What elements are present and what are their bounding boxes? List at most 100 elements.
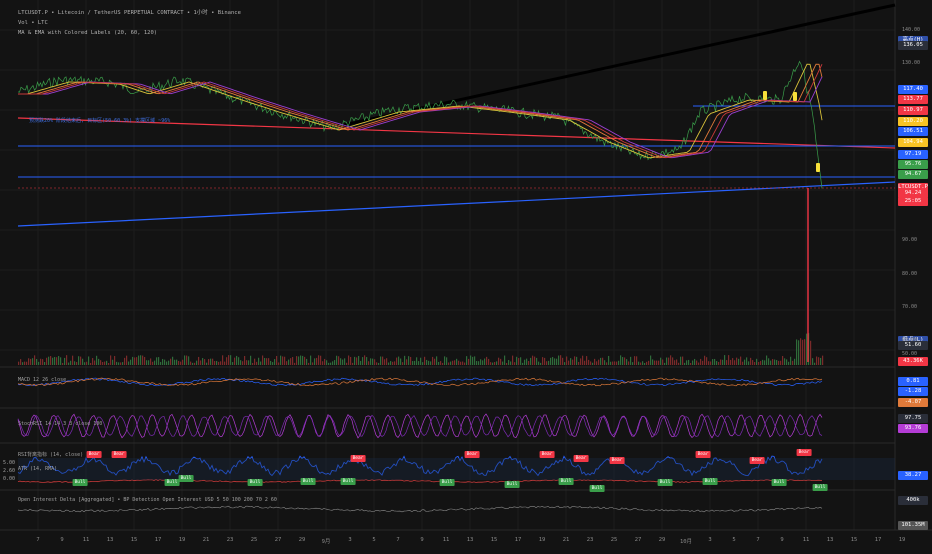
- price-tag: 25:05: [898, 197, 928, 206]
- volume-bar: [288, 359, 290, 365]
- volume-bar: [116, 361, 118, 365]
- volume-bar: [410, 356, 412, 365]
- volume-bar: [414, 360, 416, 365]
- time-tick: 25: [250, 537, 258, 543]
- volume-bar: [134, 357, 136, 365]
- volume-bar: [506, 362, 508, 365]
- volume-bar: [232, 362, 234, 365]
- volume-bar: [446, 357, 448, 365]
- volume-bar: [100, 360, 102, 365]
- volume-bar: [502, 361, 504, 365]
- volume-bar: [238, 357, 240, 365]
- volume-bar: [336, 355, 338, 365]
- volume-bar: [754, 362, 756, 365]
- volume-bar: [56, 357, 58, 365]
- volume-bar: [806, 333, 808, 365]
- volume-bar: [614, 361, 616, 365]
- volume-bar: [546, 361, 548, 365]
- bear-signal-label: Bear: [573, 455, 589, 462]
- volume-bar: [322, 361, 324, 365]
- volume-bar: [64, 357, 66, 365]
- volume-bar: [204, 359, 206, 365]
- volume-bar: [586, 356, 588, 365]
- volume-bar: [378, 362, 380, 365]
- volume-bar: [406, 359, 408, 365]
- volume-bar: [714, 358, 716, 365]
- volume-bar: [680, 356, 682, 365]
- volume-bar: [294, 362, 296, 365]
- price-tag: 43.36K: [898, 357, 928, 366]
- volume-bar: [150, 358, 152, 365]
- volume-bar: [484, 358, 486, 365]
- volume-bar: [28, 358, 30, 365]
- volume-bar: [24, 361, 26, 365]
- volume-bar: [416, 357, 418, 365]
- volume-bar: [790, 356, 792, 365]
- volume-bar: [568, 360, 570, 365]
- volume-bar: [224, 361, 226, 365]
- volume-bar: [550, 357, 552, 365]
- volume-bar: [36, 358, 38, 365]
- bear-signal-label: Bear: [749, 457, 765, 464]
- volume-bar: [38, 361, 40, 365]
- bull-signal-label: Bull: [771, 479, 787, 486]
- oi-label[interactable]: Open Interest Delta [Aggregated] • BP De…: [18, 497, 277, 503]
- volume-bar: [716, 361, 718, 365]
- volume-bar: [690, 362, 692, 365]
- marker-icon: [793, 92, 797, 101]
- bull-signal-label: Bull: [72, 479, 88, 486]
- volume-bar: [776, 360, 778, 365]
- time-tick: 17: [874, 537, 882, 543]
- bear-signal-label: Bear: [111, 451, 127, 458]
- macd-label[interactable]: MACD 12 26 close: [18, 377, 66, 383]
- volume-bar: [184, 355, 186, 365]
- volume-bar: [20, 359, 22, 365]
- marker-icon: [763, 91, 767, 100]
- volume-bar: [696, 360, 698, 365]
- volume-bar: [724, 355, 726, 365]
- volume-bar: [676, 359, 678, 365]
- volume-bar: [704, 355, 706, 365]
- stoch-label[interactable]: StochRSI 14 14 3 3 close 100: [18, 421, 102, 427]
- time-tick: 9: [420, 537, 424, 543]
- volume-bar: [556, 358, 558, 365]
- volume-bar: [272, 362, 274, 365]
- volume-bar: [736, 357, 738, 365]
- time-tick: 29: [658, 537, 666, 543]
- volume-bar: [762, 359, 764, 365]
- volume-bar: [128, 361, 130, 365]
- volume-bar: [242, 361, 244, 365]
- volume-bar: [482, 360, 484, 365]
- volume-bar: [194, 362, 196, 365]
- symbol-legend[interactable]: LTCUSDT.P • Litecoin / TetherUS PERPETUA…: [18, 10, 241, 17]
- trend-line-blue[interactable]: [17, 181, 896, 227]
- volume-bar: [104, 361, 106, 365]
- ema-red-line: [18, 64, 823, 159]
- volume-bar: [324, 358, 326, 365]
- chart-canvas[interactable]: [0, 0, 932, 550]
- volume-bar: [592, 362, 594, 365]
- volume-bar: [338, 356, 340, 365]
- volume-bar: [44, 362, 46, 365]
- volume-bar: [400, 358, 402, 365]
- volume-bar: [32, 358, 34, 365]
- bull-signal-label: Bull: [178, 475, 194, 482]
- chart-root[interactable]: LTCUSDT.P • Litecoin / TetherUS PERPETUA…: [0, 0, 932, 550]
- volume-bar: [536, 357, 538, 365]
- volume-bar: [200, 360, 202, 365]
- volume-bar: [660, 357, 662, 365]
- volume-bar: [344, 358, 346, 365]
- volume-bar: [534, 356, 536, 365]
- price-tick: 130.00: [902, 60, 921, 66]
- volume-bar: [678, 362, 680, 365]
- volume-bar: [314, 358, 316, 365]
- volume-bar: [496, 361, 498, 365]
- chart-annotation[interactable]: 预测跌20% 阶段结束后, 目标区(50-60.3%) 支撑区域 ~96%: [29, 117, 170, 124]
- ma-legend[interactable]: MA & EMA with Colored Labels (20, 60, 12…: [18, 30, 157, 37]
- volume-bar: [424, 356, 426, 365]
- volume-bar: [106, 360, 108, 365]
- time-tick: 19: [898, 537, 906, 543]
- volume-legend[interactable]: Vol • LTC: [18, 20, 48, 27]
- atr-label[interactable]: ATR (14, RMA): [18, 466, 57, 472]
- rsi-label[interactable]: RSI背离指标 (14, close): [18, 451, 83, 458]
